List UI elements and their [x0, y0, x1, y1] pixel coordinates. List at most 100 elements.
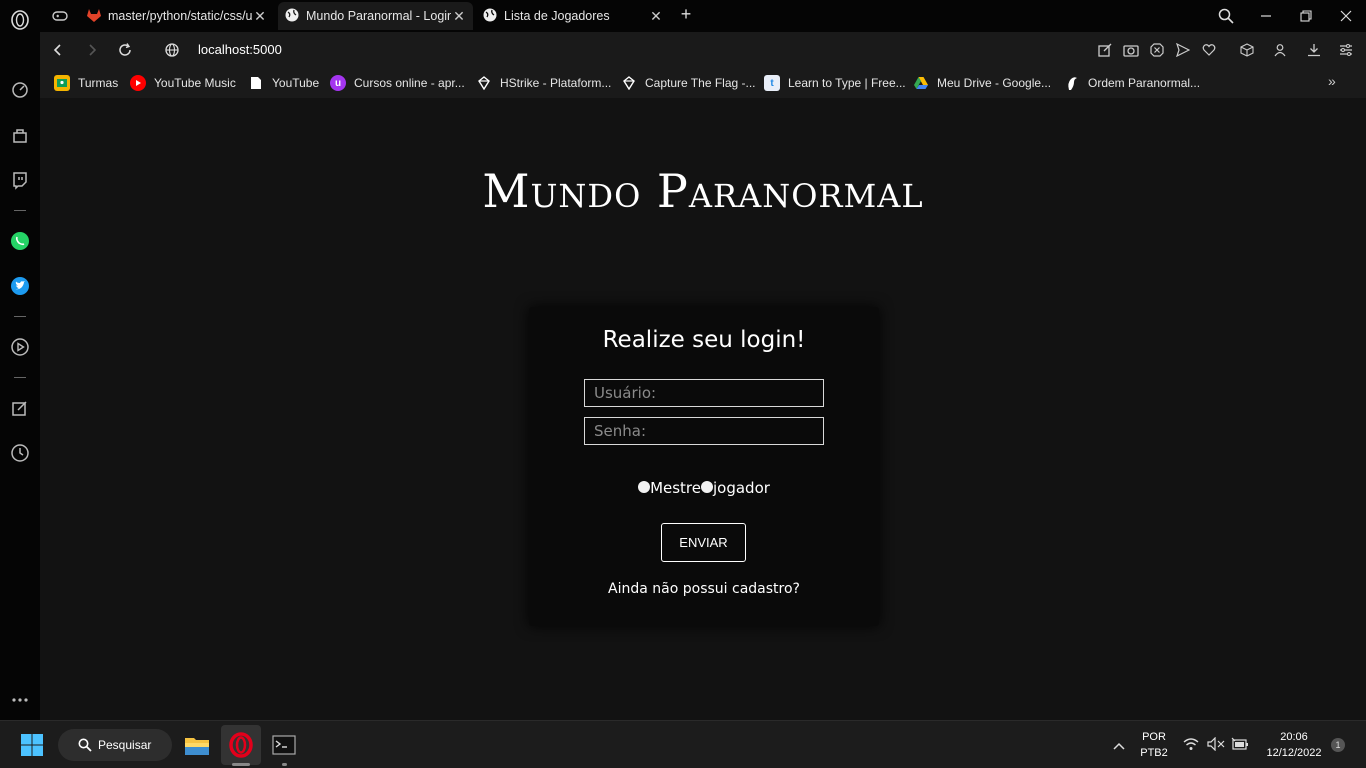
more-options-icon[interactable] [8, 688, 32, 712]
close-window-icon[interactable] [1332, 4, 1360, 28]
udemy-icon: u [330, 75, 346, 91]
bookmark-google-drive[interactable]: Meu Drive - Google... [913, 74, 1051, 92]
clock-date[interactable]: 12/12/2022 [1258, 747, 1330, 759]
reload-icon[interactable] [113, 38, 137, 62]
taskbar-search[interactable]: Pesquisar [58, 729, 172, 761]
search-icon [78, 738, 92, 752]
login-form: Realize seu login! Mestre jogador ENVIAR… [529, 307, 879, 626]
keyboard-layout[interactable]: PTB2 [1138, 747, 1170, 759]
close-tab-icon[interactable]: ✕ [252, 8, 268, 25]
tab-gitlab[interactable]: master/python/static/css/u ✕ [80, 2, 274, 30]
more-bookmarks-icon[interactable]: » [1328, 73, 1336, 89]
volume-muted-icon[interactable] [1207, 736, 1225, 756]
sidebar-divider [14, 377, 26, 378]
bookmark-label: Capture The Flag -... [645, 76, 756, 90]
role-master-radio[interactable] [638, 481, 651, 493]
file-explorer-icon[interactable] [177, 725, 217, 765]
adblock-icon[interactable] [1145, 38, 1169, 62]
bookmark-ordem-paranormal[interactable]: Ordem Paranormal... [1064, 74, 1200, 92]
opera-menu-icon[interactable] [8, 8, 32, 32]
send-icon[interactable] [1171, 38, 1195, 62]
restore-icon[interactable] [1292, 4, 1320, 28]
edit-page-icon[interactable] [1093, 38, 1117, 62]
bookmark-label: Turmas [78, 76, 119, 90]
username-input[interactable] [584, 379, 824, 407]
globe-icon [284, 7, 300, 26]
classroom-icon [54, 75, 70, 91]
clock-time[interactable]: 20:06 [1258, 731, 1330, 743]
role-master-label: Mestre [650, 479, 701, 497]
twitter-icon[interactable] [8, 274, 32, 298]
bookmark-hstrike[interactable]: HStrike - Plataform... [476, 74, 611, 92]
camera-icon[interactable] [1119, 38, 1143, 62]
terminal-icon[interactable] [264, 725, 304, 765]
minimize-icon[interactable] [1252, 4, 1280, 28]
site-info-globe-icon[interactable] [160, 38, 184, 62]
site-title: Mundo Paranormal [482, 164, 924, 218]
document-icon [248, 75, 264, 91]
player-icon[interactable] [8, 335, 32, 359]
bookmark-label: Meu Drive - Google... [937, 76, 1052, 90]
running-app-indicator [282, 763, 287, 766]
gamepad-icon[interactable] [50, 6, 70, 26]
whatsapp-icon[interactable] [8, 229, 32, 253]
search-label: Pesquisar [98, 738, 152, 752]
profile-icon[interactable] [1268, 38, 1292, 62]
bookmark-learn-to-type[interactable]: t Learn to Type | Free... [764, 74, 906, 92]
chevron-up-icon[interactable] [1112, 738, 1126, 756]
typing-icon: t [764, 75, 780, 91]
easy-setup-icon[interactable] [1334, 38, 1358, 62]
bookmark-turmas[interactable]: Turmas [54, 74, 118, 92]
tab-title: Mundo Paranormal - Login [306, 9, 451, 23]
taskbar: Pesquisar POR PTB2 20:06 12/12/2022 1 [0, 720, 1366, 768]
page-viewport: Mundo Paranormal Realize seu login! Mest… [40, 98, 1366, 720]
globe-icon [482, 7, 498, 26]
tab-login[interactable]: Mundo Paranormal - Login ✕ [278, 2, 473, 30]
bookmark-ctf[interactable]: Capture The Flag -... [621, 74, 756, 92]
bookmark-udemy[interactable]: u Cursos online - apr... [330, 74, 465, 92]
address-bar-row: localhost:5000 [40, 32, 1366, 68]
wifi-icon[interactable] [1183, 737, 1199, 756]
submit-button[interactable]: ENVIAR [661, 523, 746, 562]
close-tab-icon[interactable]: ✕ [451, 8, 467, 25]
extensions-cube-icon[interactable] [1235, 38, 1259, 62]
history-icon[interactable] [8, 441, 32, 465]
notification-badge[interactable]: 1 [1331, 738, 1345, 752]
youtube-music-icon [130, 75, 146, 91]
language-indicator[interactable]: POR [1138, 731, 1170, 743]
bookmark-youtube-music[interactable]: YouTube Music [130, 74, 236, 92]
twitch-icon[interactable] [8, 168, 32, 192]
tab-search-icon[interactable] [1212, 4, 1240, 28]
heart-icon[interactable] [1197, 38, 1221, 62]
bookmark-label: YouTube Music [154, 76, 236, 90]
role-player-radio[interactable] [701, 481, 713, 493]
battery-charging-icon[interactable] [1231, 737, 1249, 756]
extensions-icon[interactable] [8, 124, 32, 148]
bookmark-label: HStrike - Plataform... [500, 76, 612, 90]
register-link[interactable]: Ainda não possui cadastro? [529, 581, 879, 597]
new-tab-button[interactable]: + [676, 4, 696, 26]
active-app-indicator [232, 763, 250, 766]
hstrike-icon [476, 75, 492, 91]
role-selector: Mestre jogador [529, 479, 879, 497]
ordem-icon [1064, 75, 1080, 91]
opera-taskbar-icon[interactable] [221, 725, 261, 765]
tab-strip: master/python/static/css/u ✕ Mundo Paran… [40, 0, 1366, 32]
windows-start-icon[interactable] [12, 725, 52, 765]
back-icon[interactable] [46, 38, 70, 62]
speed-dial-icon[interactable] [8, 78, 32, 102]
close-tab-icon[interactable]: ✕ [648, 8, 664, 25]
bookmark-label: Learn to Type | Free... [788, 76, 906, 90]
forward-icon[interactable] [80, 38, 104, 62]
bookmark-label: Ordem Paranormal... [1088, 76, 1201, 90]
tab-jogadores[interactable]: Lista de Jogadores ✕ [476, 2, 670, 30]
pinboard-icon[interactable] [8, 396, 32, 420]
google-drive-icon [913, 75, 929, 91]
sidebar-divider [14, 210, 26, 211]
bookmark-youtube[interactable]: YouTube [248, 74, 319, 92]
downloads-icon[interactable] [1302, 38, 1326, 62]
password-input[interactable] [584, 417, 824, 445]
browser-sidebar [0, 0, 40, 720]
bookmark-label: Cursos online - apr... [354, 76, 465, 90]
address-input[interactable]: localhost:5000 [198, 42, 282, 57]
